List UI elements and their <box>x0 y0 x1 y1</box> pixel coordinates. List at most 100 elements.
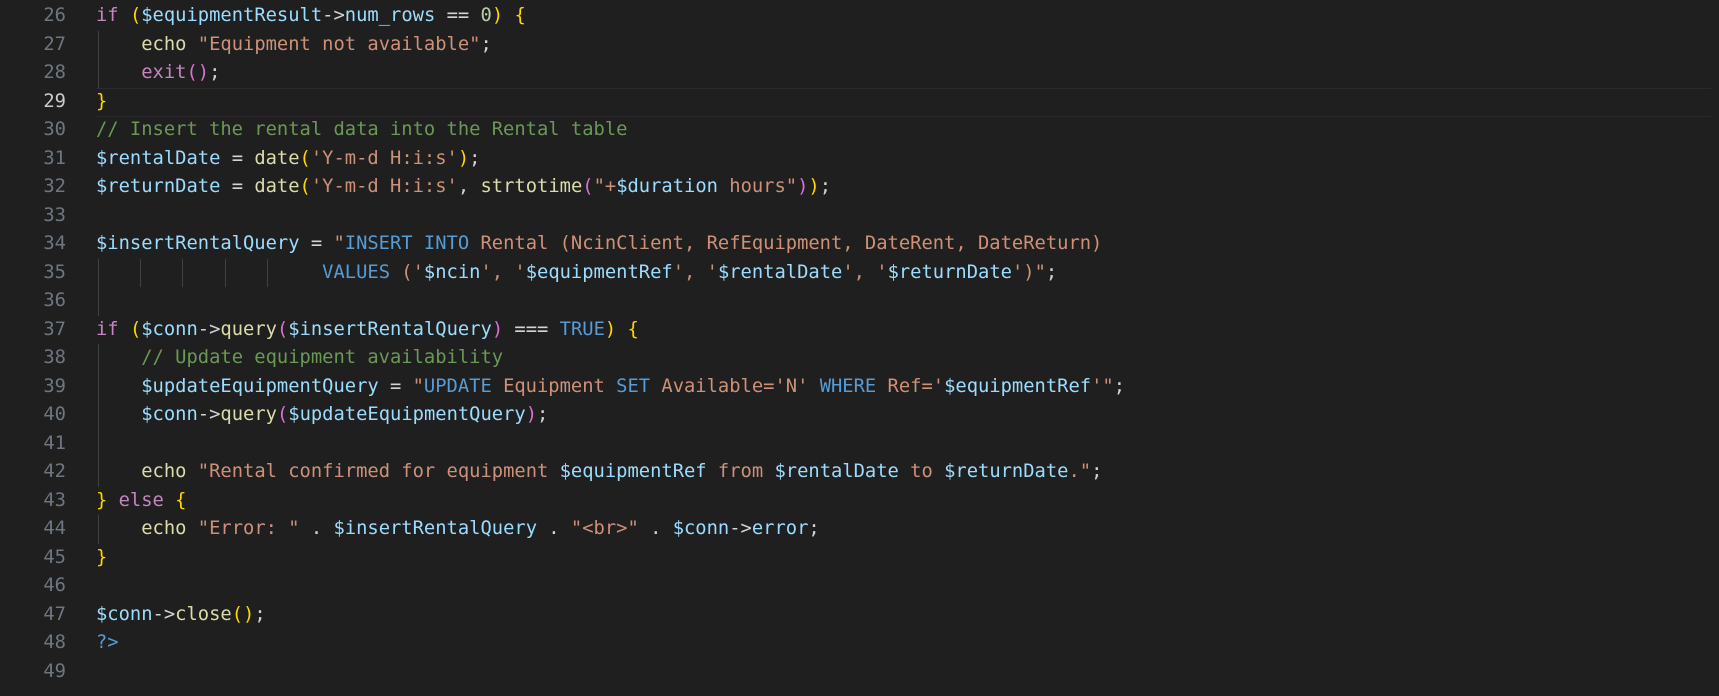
code-line[interactable]: 47 $conn->close(); <box>0 601 1719 630</box>
code-token: 'Y-m-d H:i:s' <box>310 176 458 197</box>
code-token: === <box>503 318 560 340</box>
code-token: () <box>186 62 210 83</box>
code-token: $ncin <box>423 261 481 283</box>
code-token: } <box>96 90 108 112</box>
line-number: 42 <box>43 461 66 482</box>
code-token: $insertRentalQuery <box>288 318 492 340</box>
code-line[interactable]: 44 echo "Error: " . $insertRentalQuery .… <box>0 515 1719 544</box>
code-token: $equipmentRef <box>559 461 707 482</box>
code-line[interactable]: 36 <box>0 287 1719 316</box>
line-number: 33 <box>43 204 66 226</box>
line-number: 36 <box>43 290 66 311</box>
code-line[interactable]: 40 $conn->query($updateEquipmentQuery); <box>0 401 1719 430</box>
code-token: echo <box>141 461 187 482</box>
code-token: = <box>220 147 255 169</box>
code-line[interactable]: 32 $returnDate = date('Y-m-d H:i:s', strt… <box>0 173 1719 202</box>
code-line[interactable]: 43} else { <box>0 487 1719 516</box>
code-line[interactable]: 45} <box>0 544 1719 573</box>
code-token: . <box>537 518 571 539</box>
code-line[interactable]: 42 echo "Rental confirmed for equipment … <box>0 458 1719 487</box>
code-token: $updateEquipmentQuery <box>141 375 379 397</box>
code-token: VALUES <box>322 261 390 283</box>
code-line[interactable]: 26 if ($equipmentResult->num_rows == 0) { <box>0 2 1719 31</box>
code-token: 'Y-m-d H:i:s' <box>310 147 458 169</box>
code-text: if ($conn->query($insertRentalQuery) ===… <box>96 316 639 345</box>
code-line[interactable]: 29} <box>0 87 1719 117</box>
code-token: UPDATE <box>423 375 492 397</box>
code-token: () <box>231 603 255 625</box>
line-number: 35 <box>43 261 66 283</box>
code-line[interactable]: 38 // Update equipment availability <box>0 344 1719 373</box>
code-token: SET <box>616 375 651 397</box>
code-token: ( <box>129 5 142 26</box>
code-token: $updateEquipmentQuery <box>288 404 526 425</box>
code-line[interactable]: 39 $updateEquipmentQuery = "UPDATE Equip… <box>0 372 1719 401</box>
code-line[interactable]: 46 <box>0 572 1719 601</box>
code-token: Available='N' <box>650 375 820 397</box>
code-token: num_rows <box>344 5 436 26</box>
code-token: $returnDate <box>887 261 1012 283</box>
code-line[interactable]: 49 <box>0 658 1719 687</box>
code-token: ', ' <box>842 261 888 283</box>
code-token: // Insert the rental data into the Renta… <box>96 119 628 140</box>
line-number: 43 <box>43 489 66 511</box>
code-token: "Rental confirmed for equipment <box>197 461 560 482</box>
code-token: if <box>96 318 119 340</box>
code-token: -> <box>322 5 345 26</box>
code-line[interactable]: 30 // Insert the rental data into the Ren… <box>0 116 1719 145</box>
code-text: $rentalDate = date('Y-m-d H:i:s'); <box>96 145 480 174</box>
code-editor[interactable]: 26 if ($equipmentResult->num_rows == 0) {… <box>0 0 1719 696</box>
code-token: $conn <box>141 318 198 340</box>
line-number: 34 <box>43 233 66 254</box>
line-number: 38 <box>43 347 66 368</box>
code-text: exit(); <box>96 59 220 88</box>
line-number: 47 <box>43 603 66 625</box>
code-token: ) <box>457 147 470 169</box>
line-number: 44 <box>43 518 66 539</box>
code-token: echo <box>141 518 187 539</box>
code-line[interactable]: 35 VALUES ('$ncin', '$equipmentRef', '$r… <box>0 258 1719 287</box>
code-token: error <box>751 518 809 539</box>
code-line[interactable]: 37 if ($conn->query($insertRentalQuery) =… <box>0 316 1719 345</box>
code-token: ')" <box>1011 261 1046 283</box>
line-number: 46 <box>43 575 66 596</box>
code-token: $insertRentalQuery <box>96 233 300 254</box>
code-text: } <box>96 544 107 573</box>
code-token: exit <box>141 62 187 83</box>
code-token: " <box>333 233 345 254</box>
code-token: $rentalDate <box>96 147 221 169</box>
code-line[interactable]: 31 $rentalDate = date('Y-m-d H:i:s'); <box>0 145 1719 174</box>
code-line[interactable]: 34 $insertRentalQuery = "INSERT INTO Rent… <box>0 230 1719 259</box>
code-token: ) <box>525 404 538 425</box>
code-token: INSERT INTO <box>344 233 470 254</box>
line-number: 31 <box>43 147 66 169</box>
code-token: ( <box>582 176 594 197</box>
line-number: 37 <box>43 318 66 340</box>
code-token: { <box>514 5 526 26</box>
code-line[interactable]: 33 <box>0 202 1719 231</box>
code-token: ) <box>808 176 820 197</box>
line-number: 45 <box>43 546 66 568</box>
code-line[interactable]: 48 ?> <box>0 629 1719 658</box>
code-token: WHERE <box>819 375 877 397</box>
code-token: = <box>220 176 255 197</box>
code-token: if <box>96 5 119 26</box>
code-line[interactable]: 27 echo "Equipment not available"; <box>0 30 1719 59</box>
code-line[interactable]: 28 exit(); <box>0 59 1719 88</box>
code-token: "+ <box>593 176 617 197</box>
code-token: ', ' <box>672 261 718 283</box>
code-text: $insertRentalQuery = "INSERT INTO Rental… <box>96 230 1102 259</box>
line-number: 32 <box>43 176 66 197</box>
code-token: ) <box>491 5 504 26</box>
code-token: ( <box>299 176 311 197</box>
code-token: query <box>220 318 277 340</box>
code-line[interactable]: 41 <box>0 429 1719 458</box>
code-token: "<br>" <box>570 518 639 539</box>
code-token: to <box>898 461 945 482</box>
code-token: -> <box>197 404 221 425</box>
